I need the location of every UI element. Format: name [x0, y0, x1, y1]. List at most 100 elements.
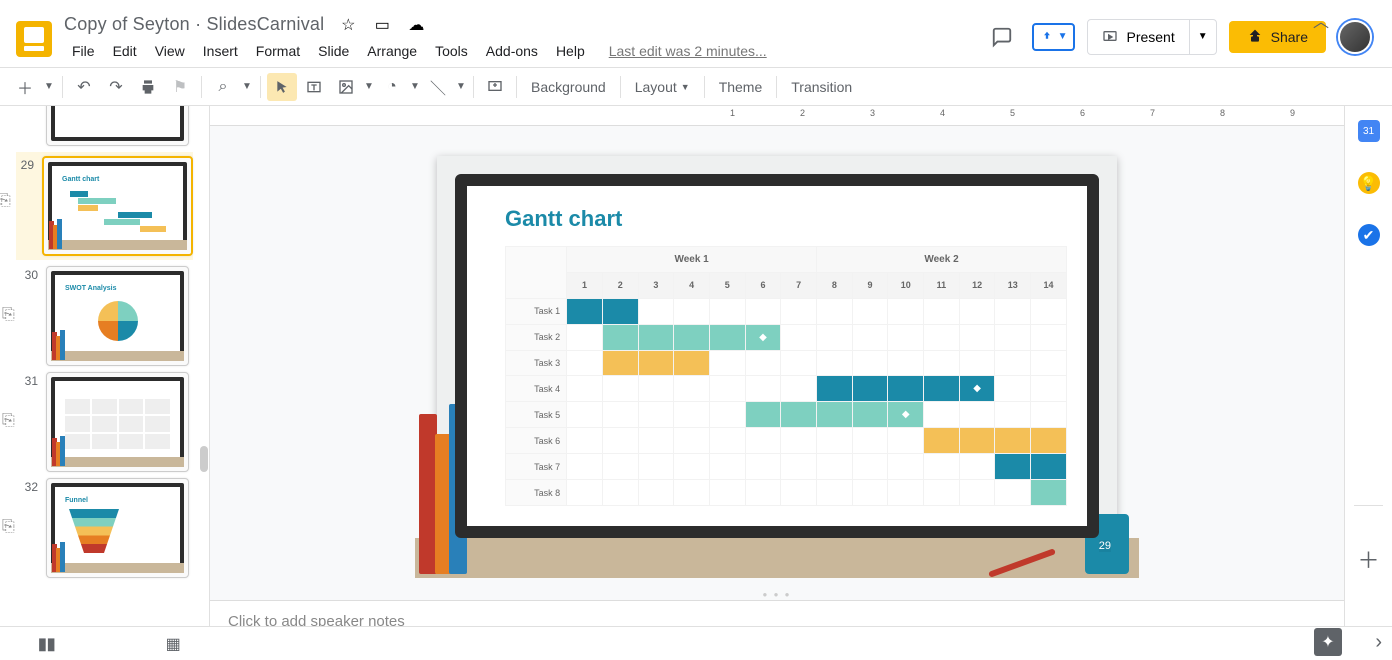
- gantt-cell[interactable]: [924, 402, 960, 428]
- gantt-cell[interactable]: [745, 480, 781, 506]
- thumbnail-31[interactable]: 31 ⎘: [20, 372, 189, 472]
- gantt-cell[interactable]: [888, 454, 924, 480]
- gantt-cell[interactable]: [638, 480, 674, 506]
- gantt-cell[interactable]: [852, 480, 888, 506]
- gantt-cell[interactable]: [638, 376, 674, 402]
- gantt-cell[interactable]: [959, 454, 995, 480]
- gantt-cell[interactable]: [674, 402, 710, 428]
- hide-sidepanel-icon[interactable]: ›: [1375, 631, 1382, 654]
- menu-help[interactable]: Help: [548, 39, 593, 63]
- calendar-icon[interactable]: 31: [1358, 120, 1380, 142]
- gantt-cell[interactable]: [781, 428, 817, 454]
- add-addon-icon[interactable]: ＋: [1358, 548, 1380, 570]
- gantt-cell[interactable]: [995, 298, 1031, 324]
- zoom-button[interactable]: ⌕: [208, 73, 238, 101]
- gantt-cell[interactable]: [995, 324, 1031, 350]
- gantt-cell[interactable]: [602, 298, 638, 324]
- gantt-cell[interactable]: [745, 376, 781, 402]
- gantt-cell[interactable]: [567, 324, 603, 350]
- slides-logo-icon[interactable]: [16, 21, 52, 57]
- gantt-cell[interactable]: [567, 480, 603, 506]
- gantt-cell[interactable]: [745, 350, 781, 376]
- gantt-cell[interactable]: [924, 454, 960, 480]
- gantt-cell[interactable]: [567, 428, 603, 454]
- zoom-dropdown[interactable]: ▼: [240, 73, 254, 101]
- gantt-cell[interactable]: [924, 324, 960, 350]
- gantt-cell[interactable]: [638, 402, 674, 428]
- gantt-cell[interactable]: [567, 298, 603, 324]
- gantt-cell[interactable]: [1031, 454, 1067, 480]
- gantt-cell[interactable]: [745, 298, 781, 324]
- gantt-cell[interactable]: [1031, 480, 1067, 506]
- gantt-cell[interactable]: [781, 376, 817, 402]
- gantt-cell[interactable]: [638, 298, 674, 324]
- keep-icon[interactable]: 💡: [1358, 172, 1380, 194]
- line-tool[interactable]: ＼: [423, 73, 453, 101]
- gantt-cell[interactable]: [602, 350, 638, 376]
- background-button[interactable]: Background: [523, 75, 614, 99]
- gantt-cell[interactable]: [745, 402, 781, 428]
- gantt-cell[interactable]: [709, 350, 745, 376]
- gantt-cell[interactable]: [1031, 428, 1067, 454]
- gantt-cell[interactable]: [709, 324, 745, 350]
- shape-dropdown[interactable]: ▼: [409, 73, 421, 101]
- gantt-cell[interactable]: [888, 324, 924, 350]
- gantt-cell[interactable]: [888, 428, 924, 454]
- gantt-cell[interactable]: [638, 324, 674, 350]
- last-edit-link[interactable]: Last edit was 2 minutes...: [601, 39, 775, 63]
- gantt-cell[interactable]: [924, 480, 960, 506]
- gantt-cell[interactable]: [781, 298, 817, 324]
- gantt-cell[interactable]: [1031, 324, 1067, 350]
- gantt-cell[interactable]: [959, 480, 995, 506]
- gantt-chart[interactable]: Week 1Week 2 1234567891011121314 Task 1T…: [505, 246, 1067, 506]
- new-slide-button[interactable]: ＋: [10, 73, 40, 101]
- new-slide-dropdown[interactable]: ▼: [42, 73, 56, 101]
- present-dropdown[interactable]: ▼: [1189, 20, 1216, 54]
- gantt-cell[interactable]: [674, 480, 710, 506]
- gantt-cell[interactable]: [959, 350, 995, 376]
- gantt-cell[interactable]: [638, 454, 674, 480]
- gantt-cell[interactable]: [781, 324, 817, 350]
- gantt-cell[interactable]: [602, 428, 638, 454]
- star-icon[interactable]: ☆: [338, 15, 358, 35]
- gantt-cell[interactable]: [674, 324, 710, 350]
- document-title[interactable]: Copy of Seyton · SlidesCarnival: [64, 14, 324, 35]
- menu-addons[interactable]: Add-ons: [478, 39, 546, 63]
- redo-button[interactable]: ↷: [101, 73, 131, 101]
- transition-button[interactable]: Transition: [783, 75, 860, 99]
- gantt-cell[interactable]: [995, 376, 1031, 402]
- chevron-down-icon[interactable]: ▼: [1058, 31, 1068, 42]
- filmstrip-view-icon[interactable]: ▮▮: [38, 634, 56, 654]
- gantt-cell[interactable]: [888, 480, 924, 506]
- upload-button[interactable]: ▼: [1032, 23, 1076, 51]
- gantt-cell[interactable]: [709, 376, 745, 402]
- gantt-cell[interactable]: [638, 428, 674, 454]
- gantt-cell[interactable]: [817, 402, 853, 428]
- account-avatar[interactable]: [1338, 20, 1372, 54]
- gantt-cell[interactable]: [995, 480, 1031, 506]
- menu-format[interactable]: Format: [248, 39, 308, 63]
- gantt-cell[interactable]: [709, 298, 745, 324]
- select-tool[interactable]: [267, 73, 297, 101]
- comments-icon[interactable]: [984, 19, 1020, 55]
- gantt-cell[interactable]: [1031, 298, 1067, 324]
- gantt-cell[interactable]: [567, 454, 603, 480]
- gantt-cell[interactable]: [852, 454, 888, 480]
- thumbnail-29[interactable]: 29 ⎘ Gantt chart: [16, 152, 193, 260]
- gantt-cell[interactable]: [674, 376, 710, 402]
- gantt-cell[interactable]: [638, 350, 674, 376]
- menu-slide[interactable]: Slide: [310, 39, 357, 63]
- gantt-cell[interactable]: [852, 350, 888, 376]
- collapse-toolbar-button[interactable]: ︿: [1306, 6, 1336, 34]
- gantt-cell[interactable]: [781, 402, 817, 428]
- gantt-cell[interactable]: [995, 350, 1031, 376]
- undo-button[interactable]: ↶: [69, 73, 99, 101]
- gantt-cell[interactable]: [852, 376, 888, 402]
- gantt-cell[interactable]: ◆: [959, 376, 995, 402]
- gantt-cell[interactable]: [817, 480, 853, 506]
- gantt-cell[interactable]: [567, 402, 603, 428]
- gantt-cell[interactable]: [817, 376, 853, 402]
- comment-tool[interactable]: [480, 73, 510, 101]
- layout-button[interactable]: Layout▼: [627, 75, 698, 99]
- gantt-cell[interactable]: [888, 376, 924, 402]
